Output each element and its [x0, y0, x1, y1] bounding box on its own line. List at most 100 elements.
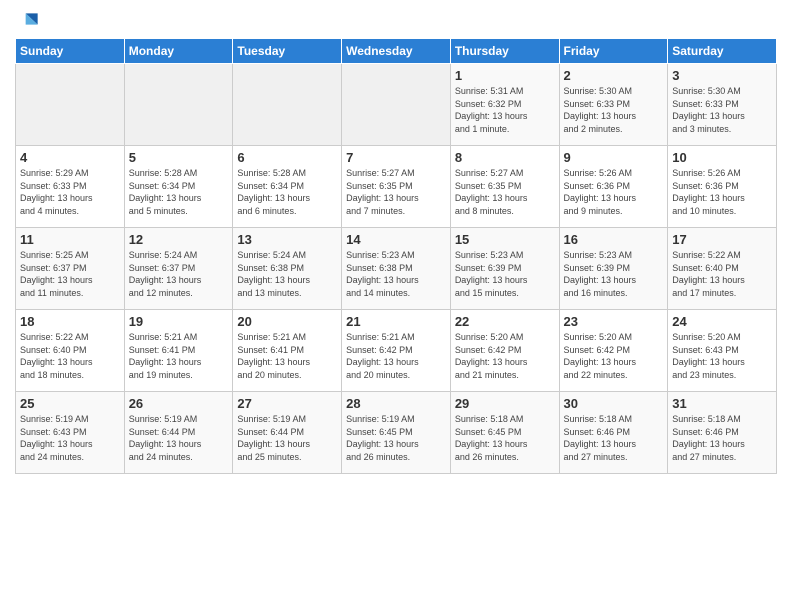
- calendar-cell: [124, 64, 233, 146]
- calendar-cell: [16, 64, 125, 146]
- calendar-cell: 18 Sunrise: 5:22 AM Sunset: 6:40 PM Dayli…: [16, 310, 125, 392]
- calendar-week-row: 11Sunrise: 5:25 AM Sunset: 6:37 PM Dayli…: [16, 228, 777, 310]
- day-info: Sunrise: 5:29 AM Sunset: 6:33 PM Dayligh…: [20, 167, 120, 217]
- logo-icon: [19, 10, 39, 30]
- calendar-cell: 3 Sunrise: 5:30 AM Sunset: 6:33 PM Daylig…: [668, 64, 777, 146]
- calendar-cell: 13 Sunrise: 5:24 AM Sunset: 6:38 PM Dayli…: [233, 228, 342, 310]
- calendar-cell: 5 Sunrise: 5:28 AM Sunset: 6:34 PM Daylig…: [124, 146, 233, 228]
- day-info: Sunrise: 5:28 AM Sunset: 6:34 PM Dayligh…: [129, 167, 229, 217]
- calendar-cell: 15Sunrise: 5:23 AM Sunset: 6:39 PM Dayli…: [450, 228, 559, 310]
- day-number: 11: [20, 232, 120, 247]
- weekday-header-wednesday: Wednesday: [342, 39, 451, 64]
- day-number: 31: [672, 396, 772, 411]
- calendar-cell: 12 Sunrise: 5:24 AM Sunset: 6:37 PM Dayli…: [124, 228, 233, 310]
- calendar-week-row: 25 Sunrise: 5:19 AM Sunset: 6:43 PM Dayli…: [16, 392, 777, 474]
- day-info: Sunrise: 5:19 AM Sunset: 6:44 PM Dayligh…: [237, 413, 337, 463]
- day-number: 22: [455, 314, 555, 329]
- day-info: Sunrise: 5:26 AM Sunset: 6:36 PM Dayligh…: [672, 167, 772, 217]
- day-info: Sunrise: 5:19 AM Sunset: 6:44 PM Dayligh…: [129, 413, 229, 463]
- day-number: 14: [346, 232, 446, 247]
- weekday-header-monday: Monday: [124, 39, 233, 64]
- day-number: 6: [237, 150, 337, 165]
- calendar-cell: 26 Sunrise: 5:19 AM Sunset: 6:44 PM Dayli…: [124, 392, 233, 474]
- logo: [15, 10, 39, 30]
- calendar-cell: 2Sunrise: 5:30 AM Sunset: 6:33 PM Daylig…: [559, 64, 668, 146]
- day-number: 20: [237, 314, 337, 329]
- page-header: [15, 10, 777, 30]
- calendar-cell: 7Sunrise: 5:27 AM Sunset: 6:35 PM Daylig…: [342, 146, 451, 228]
- day-number: 7: [346, 150, 446, 165]
- weekday-header-saturday: Saturday: [668, 39, 777, 64]
- day-info: Sunrise: 5:24 AM Sunset: 6:38 PM Dayligh…: [237, 249, 337, 299]
- day-info: Sunrise: 5:24 AM Sunset: 6:37 PM Dayligh…: [129, 249, 229, 299]
- day-info: Sunrise: 5:21 AM Sunset: 6:41 PM Dayligh…: [129, 331, 229, 381]
- day-number: 24: [672, 314, 772, 329]
- day-info: Sunrise: 5:21 AM Sunset: 6:42 PM Dayligh…: [346, 331, 446, 381]
- calendar-cell: 29 Sunrise: 5:18 AM Sunset: 6:45 PM Dayli…: [450, 392, 559, 474]
- day-number: 13: [237, 232, 337, 247]
- day-info: Sunrise: 5:23 AM Sunset: 6:39 PM Dayligh…: [564, 249, 664, 299]
- day-info: Sunrise: 5:23 AM Sunset: 6:39 PM Dayligh…: [455, 249, 555, 299]
- calendar-cell: 24 Sunrise: 5:20 AM Sunset: 6:43 PM Dayli…: [668, 310, 777, 392]
- day-number: 5: [129, 150, 229, 165]
- calendar-cell: 1 Sunrise: 5:31 AM Sunset: 6:32 PM Daylig…: [450, 64, 559, 146]
- calendar-cell: [233, 64, 342, 146]
- day-number: 25: [20, 396, 120, 411]
- day-number: 30: [564, 396, 664, 411]
- day-number: 3: [672, 68, 772, 83]
- calendar-cell: 8Sunrise: 5:27 AM Sunset: 6:35 PM Daylig…: [450, 146, 559, 228]
- day-info: Sunrise: 5:26 AM Sunset: 6:36 PM Dayligh…: [564, 167, 664, 217]
- calendar-cell: 28Sunrise: 5:19 AM Sunset: 6:45 PM Dayli…: [342, 392, 451, 474]
- day-info: Sunrise: 5:18 AM Sunset: 6:45 PM Dayligh…: [455, 413, 555, 463]
- day-info: Sunrise: 5:20 AM Sunset: 6:42 PM Dayligh…: [564, 331, 664, 381]
- day-number: 17: [672, 232, 772, 247]
- day-info: Sunrise: 5:20 AM Sunset: 6:43 PM Dayligh…: [672, 331, 772, 381]
- calendar-cell: 16Sunrise: 5:23 AM Sunset: 6:39 PM Dayli…: [559, 228, 668, 310]
- day-number: 21: [346, 314, 446, 329]
- calendar-week-row: 18 Sunrise: 5:22 AM Sunset: 6:40 PM Dayli…: [16, 310, 777, 392]
- day-info: Sunrise: 5:30 AM Sunset: 6:33 PM Dayligh…: [672, 85, 772, 135]
- day-number: 27: [237, 396, 337, 411]
- day-number: 12: [129, 232, 229, 247]
- day-info: Sunrise: 5:31 AM Sunset: 6:32 PM Dayligh…: [455, 85, 555, 135]
- day-info: Sunrise: 5:19 AM Sunset: 6:45 PM Dayligh…: [346, 413, 446, 463]
- weekday-header-row: SundayMondayTuesdayWednesdayThursdayFrid…: [16, 39, 777, 64]
- day-info: Sunrise: 5:21 AM Sunset: 6:41 PM Dayligh…: [237, 331, 337, 381]
- day-info: Sunrise: 5:19 AM Sunset: 6:43 PM Dayligh…: [20, 413, 120, 463]
- calendar-week-row: 1 Sunrise: 5:31 AM Sunset: 6:32 PM Daylig…: [16, 64, 777, 146]
- day-info: Sunrise: 5:22 AM Sunset: 6:40 PM Dayligh…: [20, 331, 120, 381]
- day-number: 18: [20, 314, 120, 329]
- day-number: 4: [20, 150, 120, 165]
- calendar-cell: 22 Sunrise: 5:20 AM Sunset: 6:42 PM Dayli…: [450, 310, 559, 392]
- calendar-cell: 19 Sunrise: 5:21 AM Sunset: 6:41 PM Dayli…: [124, 310, 233, 392]
- calendar-cell: 14 Sunrise: 5:23 AM Sunset: 6:38 PM Dayli…: [342, 228, 451, 310]
- day-number: 29: [455, 396, 555, 411]
- weekday-header-thursday: Thursday: [450, 39, 559, 64]
- calendar-cell: 11Sunrise: 5:25 AM Sunset: 6:37 PM Dayli…: [16, 228, 125, 310]
- calendar-cell: 23 Sunrise: 5:20 AM Sunset: 6:42 PM Dayli…: [559, 310, 668, 392]
- day-info: Sunrise: 5:22 AM Sunset: 6:40 PM Dayligh…: [672, 249, 772, 299]
- calendar-cell: 10 Sunrise: 5:26 AM Sunset: 6:36 PM Dayli…: [668, 146, 777, 228]
- calendar-cell: 20 Sunrise: 5:21 AM Sunset: 6:41 PM Dayli…: [233, 310, 342, 392]
- day-info: Sunrise: 5:30 AM Sunset: 6:33 PM Dayligh…: [564, 85, 664, 135]
- day-number: 10: [672, 150, 772, 165]
- calendar-cell: 9 Sunrise: 5:26 AM Sunset: 6:36 PM Daylig…: [559, 146, 668, 228]
- weekday-header-tuesday: Tuesday: [233, 39, 342, 64]
- day-info: Sunrise: 5:20 AM Sunset: 6:42 PM Dayligh…: [455, 331, 555, 381]
- day-number: 9: [564, 150, 664, 165]
- day-number: 19: [129, 314, 229, 329]
- day-number: 1: [455, 68, 555, 83]
- day-info: Sunrise: 5:18 AM Sunset: 6:46 PM Dayligh…: [672, 413, 772, 463]
- day-number: 23: [564, 314, 664, 329]
- page-container: SundayMondayTuesdayWednesdayThursdayFrid…: [0, 0, 792, 484]
- calendar-cell: 4 Sunrise: 5:29 AM Sunset: 6:33 PM Daylig…: [16, 146, 125, 228]
- calendar-week-row: 4 Sunrise: 5:29 AM Sunset: 6:33 PM Daylig…: [16, 146, 777, 228]
- calendar-cell: [342, 64, 451, 146]
- calendar-cell: 21 Sunrise: 5:21 AM Sunset: 6:42 PM Dayli…: [342, 310, 451, 392]
- day-number: 26: [129, 396, 229, 411]
- calendar-cell: 31 Sunrise: 5:18 AM Sunset: 6:46 PM Dayli…: [668, 392, 777, 474]
- day-info: Sunrise: 5:27 AM Sunset: 6:35 PM Dayligh…: [455, 167, 555, 217]
- day-info: Sunrise: 5:23 AM Sunset: 6:38 PM Dayligh…: [346, 249, 446, 299]
- calendar-cell: 17 Sunrise: 5:22 AM Sunset: 6:40 PM Dayli…: [668, 228, 777, 310]
- weekday-header-sunday: Sunday: [16, 39, 125, 64]
